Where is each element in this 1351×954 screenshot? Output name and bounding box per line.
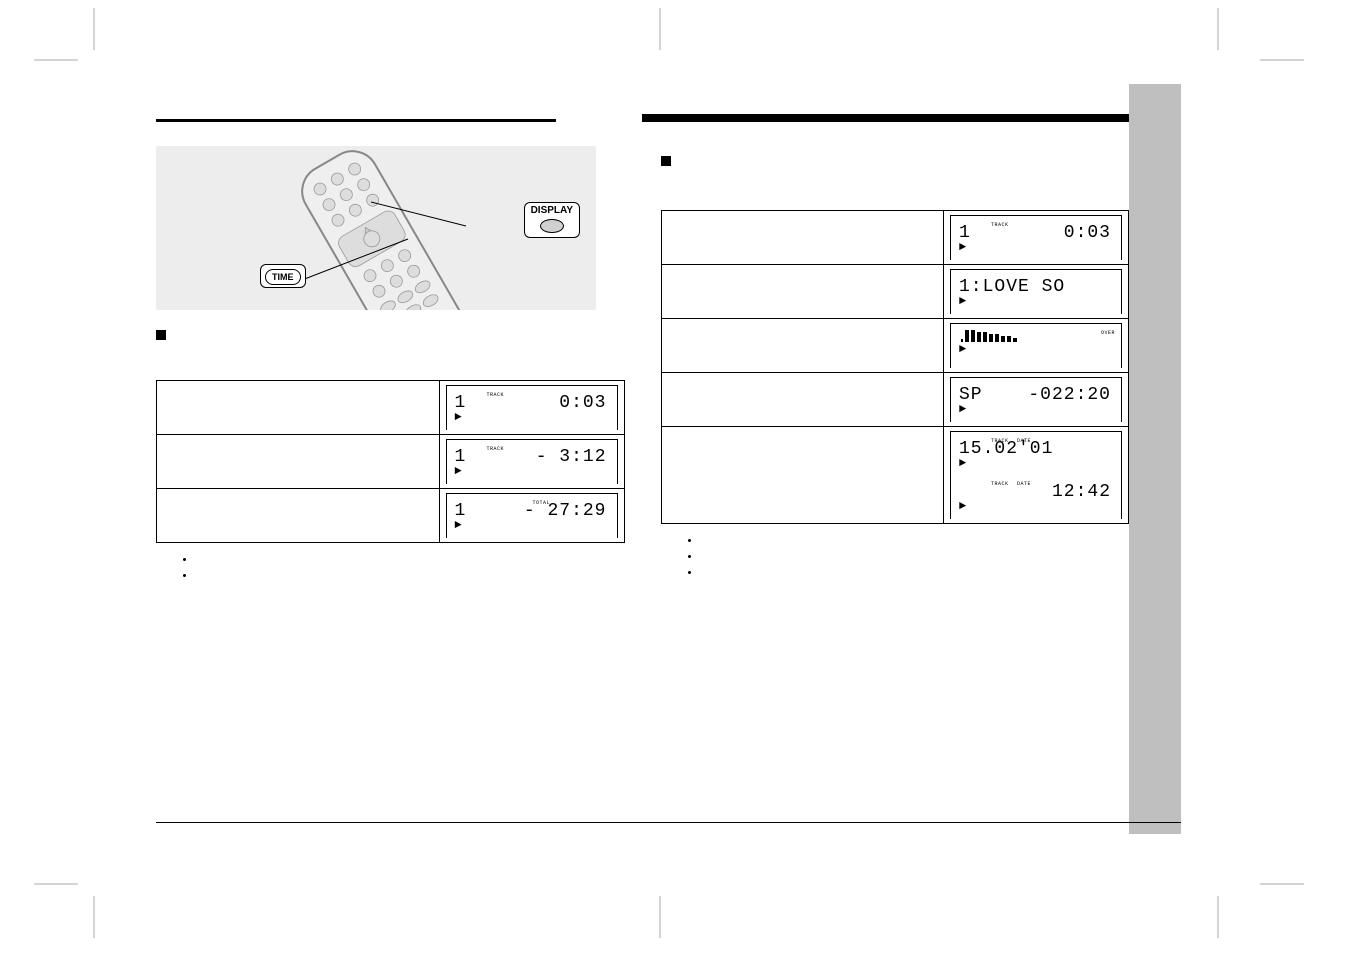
lcd-display: OVER ► (950, 323, 1122, 368)
spectrum-icon (959, 328, 1111, 342)
left-table: TRACK 10:03 ► TRACK 1- 3:12 (156, 380, 625, 543)
right-column: TRACK 10:03 ► 1:LOVE SO ► (661, 128, 1130, 594)
table-row: OVER ► (661, 319, 1129, 373)
lcd-display: TRACK DATE 12:42 ► (950, 475, 1122, 519)
list-item (701, 550, 1130, 564)
display-button-icon (540, 219, 564, 233)
right-table: TRACK 10:03 ► 1:LOVE SO ► (661, 210, 1130, 524)
table-row: SP-022:20 ► (661, 373, 1129, 427)
list-item (701, 534, 1130, 548)
table-row: TRACK DATE 15.02'01 ► TRACK DATE 12:42 ► (661, 427, 1129, 524)
chapter-tab (1129, 84, 1181, 834)
lcd-display: TOTAL 1- 27:29 ► (446, 493, 618, 538)
rule-right-bold (642, 114, 1129, 122)
left-bullets (156, 553, 625, 583)
table-row: TRACK 10:03 ► (157, 381, 625, 435)
table-row: TOTAL 1- 27:29 ► (157, 489, 625, 543)
play-icon: ► (959, 342, 1111, 356)
rule-left (156, 119, 556, 122)
left-caption (156, 346, 625, 370)
table-row: TRACK 10:03 ► (661, 211, 1129, 265)
left-column: DISPLAY TIME TRACK 10:03 (156, 128, 625, 594)
time-callout: TIME (260, 264, 306, 288)
left-desc-3 (157, 489, 440, 543)
remote-diagram: DISPLAY TIME (156, 146, 596, 310)
left-subheading (156, 328, 625, 342)
right-subheading (661, 154, 1130, 168)
lcd-display: TRACK 1- 3:12 ► (446, 439, 618, 484)
list-item (196, 569, 625, 583)
lcd-display: 1:LOVE SO ► (950, 269, 1122, 314)
right-bullets (661, 534, 1130, 580)
list-item (196, 553, 625, 567)
table-row: 1:LOVE SO ► (661, 265, 1129, 319)
left-desc-2 (157, 435, 440, 489)
lcd-display: TRACK DATE 15.02'01 ► (950, 431, 1122, 476)
lcd-display: SP-022:20 ► (950, 377, 1122, 422)
time-label: TIME (265, 269, 301, 285)
display-callout: DISPLAY (524, 202, 580, 238)
lcd-display: TRACK 10:03 ► (950, 215, 1122, 260)
table-row: TRACK 1- 3:12 ► (157, 435, 625, 489)
footer-rule (156, 822, 1181, 823)
page-content: DISPLAY TIME TRACK 10:03 (156, 114, 1129, 804)
lcd-display: TRACK 10:03 ► (446, 385, 618, 430)
list-item (701, 566, 1130, 580)
left-desc-1 (157, 381, 440, 435)
display-label: DISPLAY (531, 205, 573, 217)
right-caption (661, 172, 1130, 200)
